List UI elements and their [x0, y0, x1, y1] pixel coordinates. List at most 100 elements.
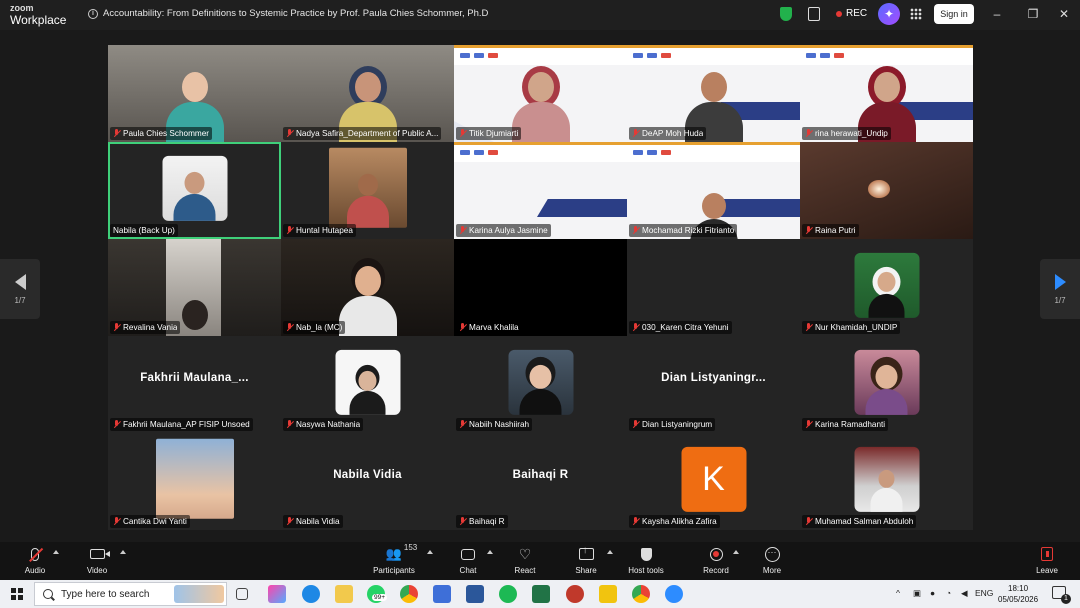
video-tile[interactable]: DeAP Moh Huda [627, 45, 800, 142]
notes-icon[interactable] [808, 7, 820, 21]
video-tile[interactable]: Revalina Vania [108, 239, 281, 336]
mic-muted-icon [113, 323, 120, 332]
video-tile[interactable]: Baihaqi R Baihaqi R [454, 433, 627, 530]
video-options-caret-icon[interactable] [120, 550, 126, 554]
record-options-caret-icon[interactable] [733, 550, 739, 554]
brand-top: zoom [10, 3, 34, 13]
restore-icon[interactable]: ❐ [1026, 7, 1040, 21]
video-tile[interactable]: Fakhrii Maulana_... Fakhrii Maulana_AP F… [108, 336, 281, 433]
search-icon [43, 589, 53, 599]
close-icon[interactable]: ✕ [1057, 7, 1071, 21]
copilot-icon[interactable] [268, 585, 286, 603]
mic-muted-icon [459, 517, 466, 526]
participants-button[interactable]: 👥 153 Participants [369, 543, 419, 575]
chat-options-caret-icon[interactable] [487, 550, 493, 554]
video-tile[interactable]: Titik Djumiarti [454, 45, 627, 142]
participant-avatar [508, 349, 573, 415]
apps-grid-icon[interactable] [910, 8, 922, 20]
mic-muted-icon [805, 517, 812, 526]
sign-in-button[interactable]: Sign in [934, 4, 974, 24]
recording-indicator[interactable]: REC [836, 8, 867, 19]
video-tile[interactable]: Marva Khalila [454, 239, 627, 336]
ai-companion-icon[interactable]: ✦ [878, 3, 900, 25]
video-tile[interactable]: Nadya Safira_Department of Public A... [281, 45, 454, 142]
info-icon[interactable]: i [88, 8, 98, 19]
task-view-icon[interactable] [236, 588, 248, 600]
video-tile[interactable]: Nabiih Nashiirah [454, 336, 627, 433]
windows-taskbar: Type here to search 99+ ^ ▣ ● ◔ ◀ ENG 18… [0, 580, 1080, 608]
language-indicator[interactable]: ENG [975, 588, 993, 598]
video-button[interactable]: Video [72, 545, 122, 575]
video-tile[interactable]: Raina Putri [800, 142, 973, 239]
name-label: Nasywa Nathania [283, 418, 364, 431]
video-tile[interactable]: Nur Khamidah_UNDIP [800, 239, 973, 336]
mic-muted-icon [632, 517, 639, 526]
next-page-button[interactable]: 1/7 [1040, 259, 1080, 319]
video-tile[interactable]: Nasywa Nathania [281, 336, 454, 433]
record-icon [709, 547, 723, 561]
brand-bottom: Workplace [10, 13, 67, 27]
meet-now-icon[interactable]: ▣ [913, 588, 921, 599]
participants-options-caret-icon[interactable] [427, 550, 433, 554]
more-button[interactable]: ··· More [747, 545, 797, 575]
host-tools-button[interactable]: Host tools [621, 545, 671, 575]
video-tile[interactable]: Cantika Dwi Yanti [108, 433, 281, 530]
react-button[interactable]: ♡ React [500, 545, 550, 576]
microsoft-store-icon[interactable] [433, 585, 451, 603]
minimize-icon[interactable]: – [990, 7, 1004, 21]
sticky-notes-icon[interactable] [599, 585, 617, 603]
meeting-info[interactable]: i Accountability: From Definitions to Sy… [88, 8, 488, 19]
chat-button[interactable]: Chat [443, 545, 493, 575]
taskbar-search-box[interactable]: Type here to search [34, 582, 227, 606]
encryption-shield-icon[interactable] [780, 7, 792, 21]
camera-icon [89, 549, 110, 559]
light-glare [868, 180, 890, 198]
file-explorer-icon[interactable] [335, 585, 353, 603]
leave-button[interactable]: Leave [1022, 545, 1072, 575]
participant-avatar [155, 438, 234, 519]
video-tile[interactable]: Dian Listyaningr... Dian Listyaningrum [627, 336, 800, 433]
video-tile[interactable]: Huntal Hutapea [281, 142, 454, 239]
name-label: Muhamad Salman Abduloh [802, 515, 917, 528]
name-label: Nadya Safira_Department of Public A... [283, 127, 442, 140]
show-hidden-icons[interactable]: ^ [896, 588, 900, 598]
participant-avatar [854, 252, 919, 318]
edge-browser-icon[interactable] [302, 585, 320, 603]
wifi-icon[interactable]: ◔ [946, 588, 951, 598]
zoom-app-icon[interactable] [665, 585, 683, 603]
chrome-icon[interactable] [400, 585, 418, 603]
video-tile-active-speaker[interactable]: Nabila (Back Up) [108, 142, 281, 239]
video-tile[interactable]: Nab_la (MC) [281, 239, 454, 336]
word-icon[interactable] [466, 585, 484, 603]
video-tile[interactable]: Mochamad Rizki Fitrianto [627, 142, 800, 239]
windows-start-icon[interactable] [11, 588, 23, 600]
video-tile[interactable]: 030_Karen Citra Yehuni [627, 239, 800, 336]
title-bar: zoom Workplace i Accountability: From De… [0, 0, 1080, 30]
snipping-tool-icon[interactable] [566, 585, 584, 603]
chrome-profile-icon[interactable] [632, 585, 650, 603]
video-tile[interactable]: Paula Chies Schommer [108, 45, 281, 142]
share-button[interactable]: Share [561, 545, 611, 575]
share-options-caret-icon[interactable] [607, 550, 613, 554]
video-tile[interactable]: rina herawati_Undip [800, 45, 973, 142]
name-label: Nabila Vidia [283, 515, 343, 528]
video-tile[interactable]: Muhamad Salman Abduloh [800, 433, 973, 530]
name-label: Raina Putri [802, 224, 859, 237]
audio-options-caret-icon[interactable] [53, 550, 59, 554]
video-tile[interactable]: Nabila Vidia Nabila Vidia [281, 433, 454, 530]
microphone-tray-icon[interactable]: ● [930, 588, 935, 598]
system-clock[interactable]: 18:10 05/05/2026 [998, 583, 1038, 605]
mic-muted-icon [632, 420, 639, 429]
video-tile[interactable]: Karina Aulya Jasmine [454, 142, 627, 239]
mic-muted-icon [632, 323, 639, 332]
participant-avatar [854, 349, 919, 415]
video-tile[interactable]: Karina Ramadhanti [800, 336, 973, 433]
excel-icon[interactable] [532, 585, 550, 603]
name-label: Nabiih Nashiirah [456, 418, 533, 431]
name-label: Titik Djumiarti [456, 127, 522, 140]
previous-page-button[interactable]: 1/7 [0, 259, 40, 319]
video-tile[interactable]: K Kaysha Alikha Zafira [627, 433, 800, 530]
spotify-icon[interactable] [499, 585, 517, 603]
more-dots-icon: ··· [764, 546, 780, 562]
volume-icon[interactable]: ◀ [961, 588, 968, 599]
